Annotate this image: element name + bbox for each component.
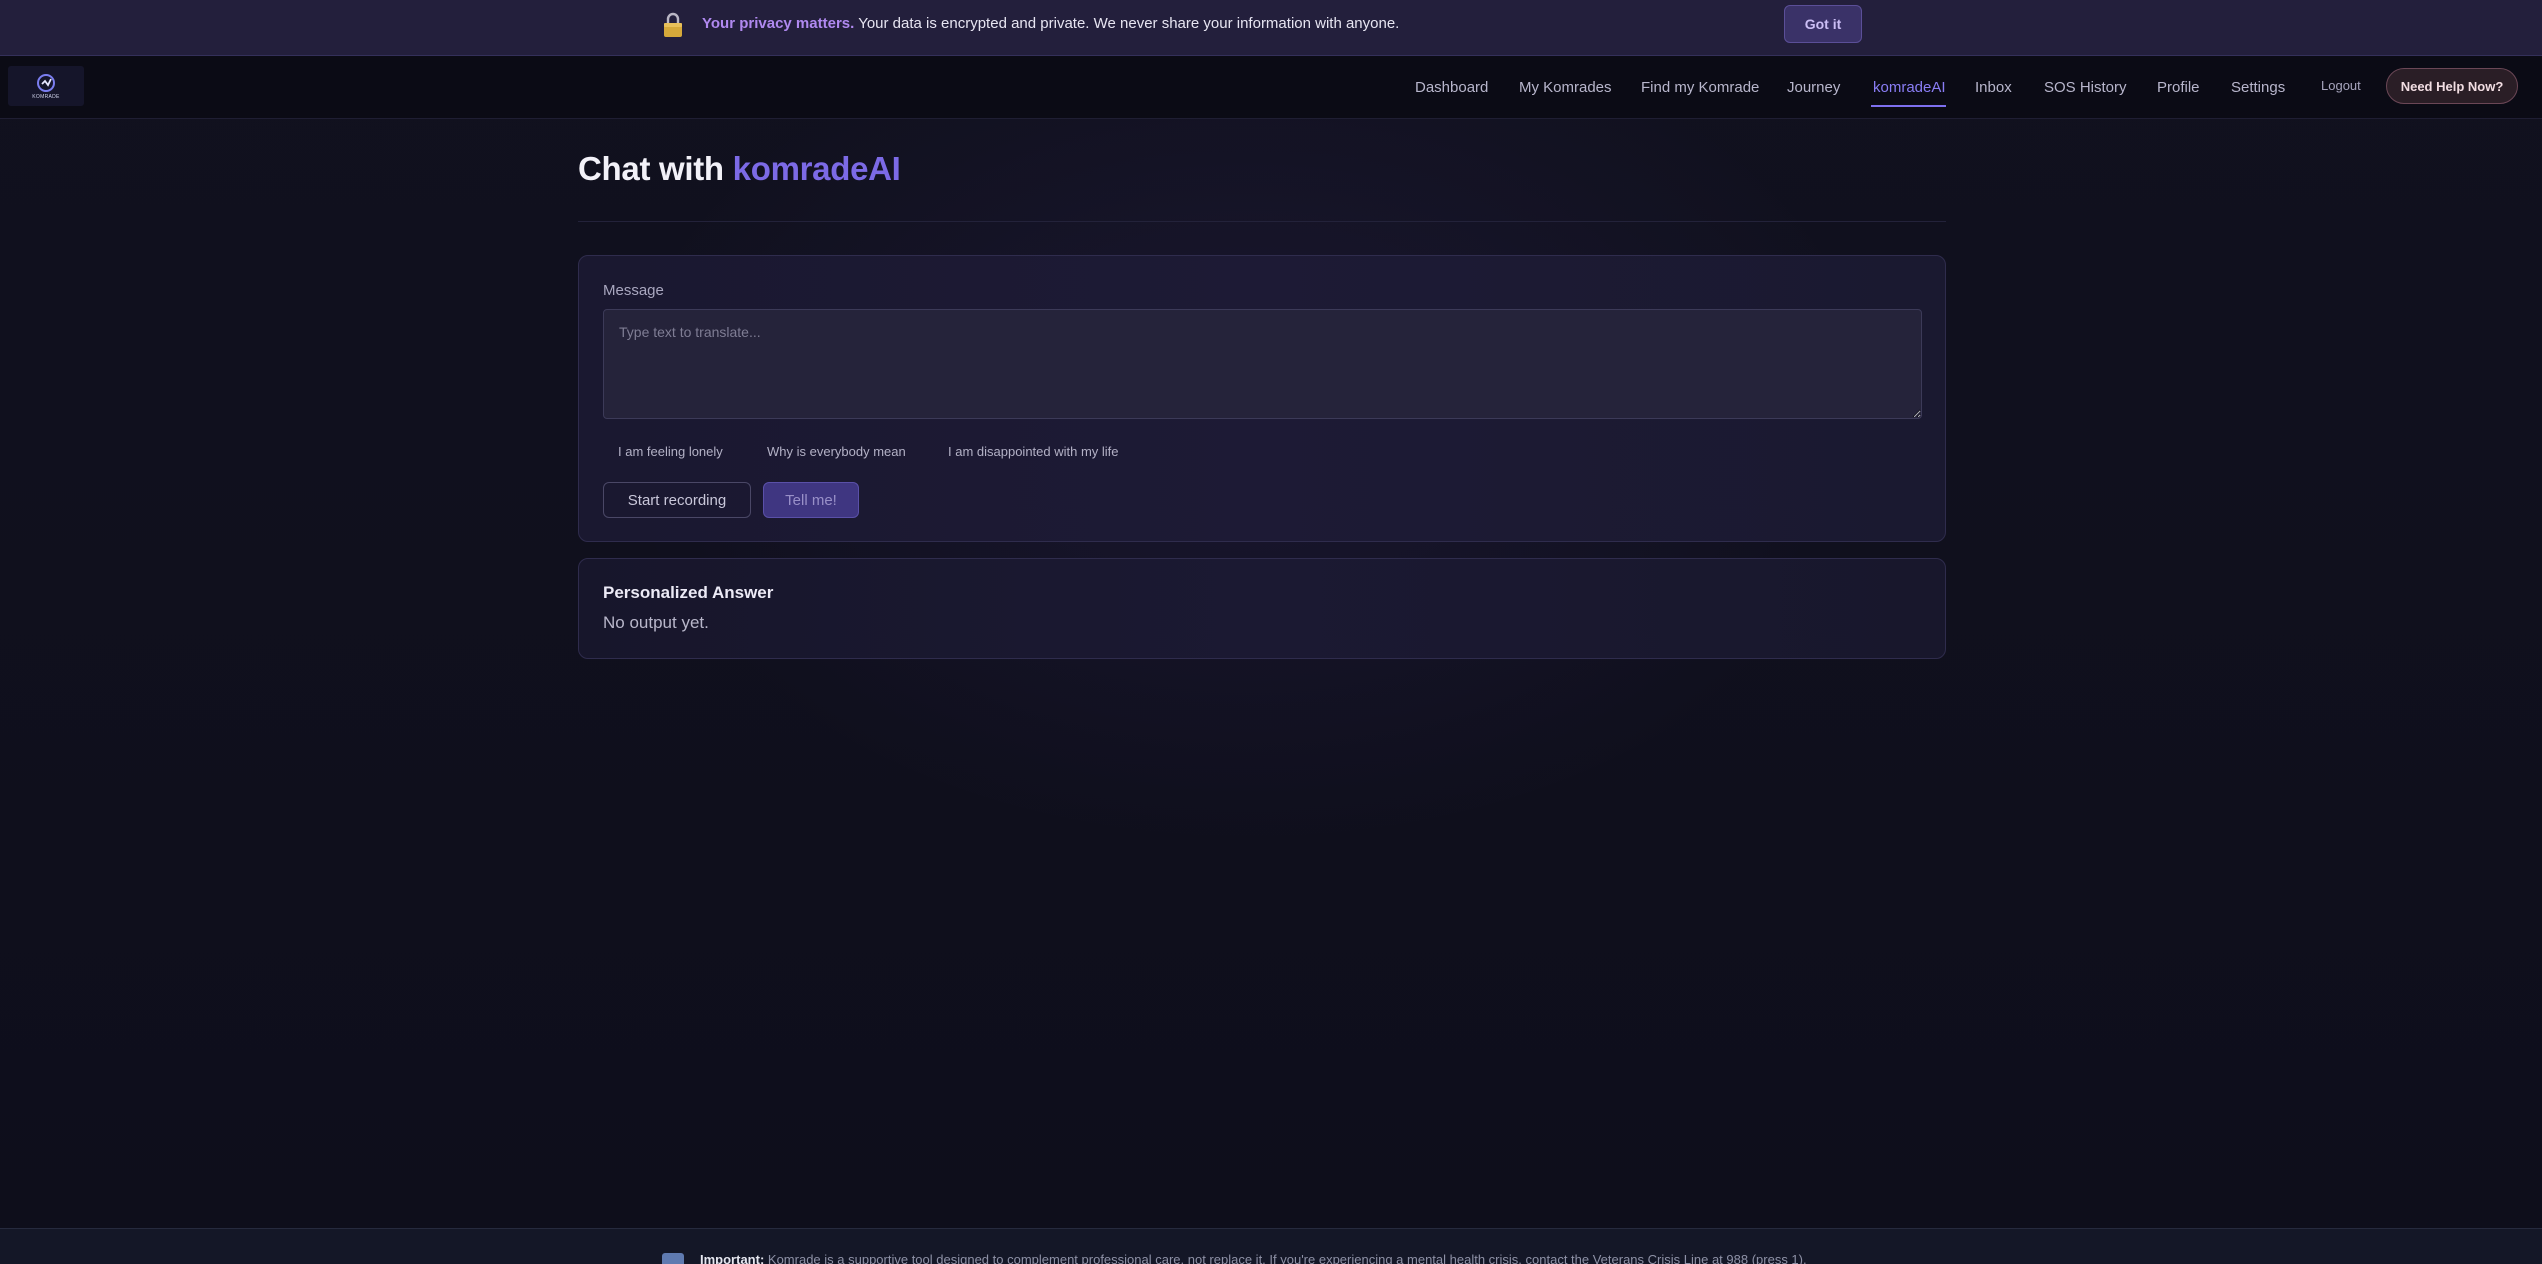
footer-body-text: Komrade is a supportive tool designed to… (767, 1252, 1807, 1264)
logo-text: KOMRADE (32, 93, 60, 100)
nav-journey[interactable]: Journey (1787, 79, 1840, 96)
start-recording-button[interactable]: Start recording (603, 482, 751, 518)
suggestion-chip[interactable]: I am feeling lonely (618, 444, 723, 459)
lock-icon (664, 12, 682, 37)
privacy-message: Your privacy matters. Your data is encry… (702, 15, 1399, 32)
suggestion-chip[interactable]: I am disappointed with my life (948, 444, 1119, 459)
page-title: Chat with komradeAI (578, 150, 901, 188)
nav-settings[interactable]: Settings (2231, 79, 2285, 96)
logo[interactable]: KOMRADE (8, 66, 84, 106)
info-icon (662, 1253, 684, 1264)
got-it-button[interactable]: Got it (1784, 5, 1862, 43)
logo-icon (37, 73, 55, 92)
privacy-banner: Your privacy matters. Your data is encry… (0, 0, 2542, 56)
privacy-body-text: Your data is encrypted and private. We n… (858, 15, 1400, 32)
nav-dashboard[interactable]: Dashboard (1415, 79, 1488, 96)
message-card: Message I am feeling lonely Why is every… (578, 255, 1946, 542)
need-help-button[interactable]: Need Help Now? (2386, 68, 2518, 104)
page-title-prefix: Chat with (578, 150, 724, 187)
footer-text: Important: Komrade is a supportive tool … (700, 1252, 1807, 1264)
answer-card: Personalized Answer No output yet. (578, 558, 1946, 659)
answer-title: Personalized Answer (603, 583, 774, 602)
page-title-accent: komradeAI (732, 150, 901, 187)
footer-disclaimer: Important: Komrade is a supportive tool … (0, 1228, 2542, 1264)
privacy-strong-text: Your privacy matters. (702, 15, 855, 32)
nav-active-indicator (1871, 105, 1946, 107)
top-navbar: KOMRADE Dashboard My Komrades Find my Ko… (0, 56, 2542, 119)
nav-find-my-komrade[interactable]: Find my Komrade (1641, 79, 1759, 96)
nav-my-komrades[interactable]: My Komrades (1519, 79, 1612, 96)
nav-profile[interactable]: Profile (2157, 79, 2200, 96)
message-label: Message (603, 282, 664, 299)
logout-link[interactable]: Logout (2321, 78, 2361, 93)
suggestion-chip[interactable]: Why is everybody mean (767, 444, 906, 459)
nav-komradeai[interactable]: komradeAI (1873, 79, 1946, 96)
title-divider (578, 221, 1946, 222)
answer-output: No output yet. (603, 613, 709, 632)
message-input[interactable] (603, 309, 1922, 419)
nav-sos-history[interactable]: SOS History (2044, 79, 2127, 96)
tell-me-button[interactable]: Tell me! (763, 482, 859, 518)
footer-strong-text: Important: (700, 1252, 765, 1264)
nav-inbox[interactable]: Inbox (1975, 79, 2012, 96)
